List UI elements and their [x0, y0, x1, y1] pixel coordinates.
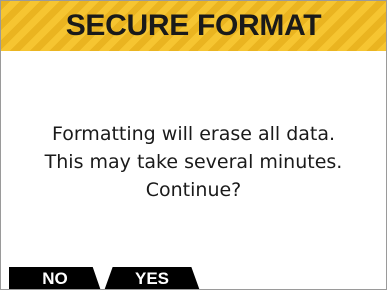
no-button[interactable]: NO — [9, 267, 101, 289]
message-line: This may take several minutes. — [44, 151, 343, 173]
secure-format-dialog: SECURE FORMAT Formatting will erase all … — [0, 0, 387, 290]
message-line: Continue? — [145, 179, 242, 201]
confirmation-message: Formatting will erase all data. This may… — [1, 120, 386, 204]
dialog-title: SECURE FORMAT — [65, 9, 322, 42]
yes-button[interactable]: YES — [104, 267, 200, 289]
message-line: Formatting will erase all data. — [51, 123, 336, 145]
dialog-header: SECURE FORMAT — [1, 1, 386, 51]
softkey-bar: NO YES — [1, 267, 386, 289]
